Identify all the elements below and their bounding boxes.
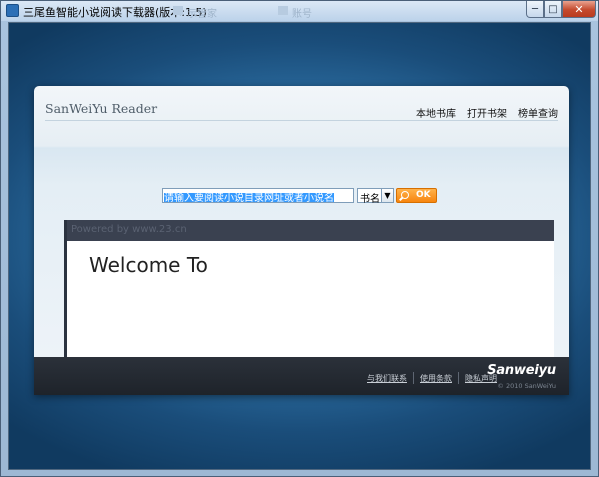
- search-type-select[interactable]: 书名 ▼: [357, 188, 394, 205]
- footer-links: 与我们联系 使用条款 隐私声明: [367, 372, 497, 384]
- maximize-button[interactable]: □: [544, 1, 562, 18]
- nav-ranking-query[interactable]: 榜单查询: [518, 105, 558, 120]
- top-nav: 本地书库 打开书架 榜单查询: [416, 105, 558, 120]
- title-bar[interactable]: 三尾鱼智能小说阅读下载器(版本:1.5) 示管家 账号 ─ □ ✕: [1, 1, 598, 21]
- nav-open-bookshelf[interactable]: 打开书架: [467, 105, 507, 120]
- footer-link-contact[interactable]: 与我们联系: [367, 373, 407, 384]
- background-app-icon: [278, 6, 288, 15]
- close-button[interactable]: ✕: [562, 1, 596, 18]
- background-app-label: 账号: [292, 9, 312, 20]
- search-input[interactable]: 请输入要阅读小说目录网址或者小说名: [162, 188, 354, 203]
- nav-local-library[interactable]: 本地书库: [416, 105, 456, 120]
- page-footer: 与我们联系 使用条款 隐私声明 Sanweiyu © 2010 SanWeiYu: [34, 357, 569, 395]
- maximize-icon: □: [548, 3, 558, 15]
- close-icon: ✕: [574, 2, 584, 16]
- header-divider: [45, 120, 558, 121]
- content-frame: Powered by www.23.cn Welcome To: [64, 220, 554, 357]
- content-frame-header: Powered by www.23.cn: [67, 220, 554, 241]
- footer-copyright: © 2010 SanWeiYu: [497, 382, 556, 390]
- background-app-icon: [173, 6, 183, 15]
- search-ok-button[interactable]: OK: [396, 188, 437, 203]
- ok-label: OK: [416, 190, 431, 200]
- app-window: 三尾鱼智能小说阅读下载器(版本:1.5) 示管家 账号 ─ □ ✕ SanWei…: [0, 0, 599, 477]
- search-type-value: 书名: [360, 194, 380, 205]
- app-icon: [6, 4, 19, 17]
- page-header-area: SanWeiYu Reader 本地书库 打开书架 榜单查询 请输入要阅读小说目…: [34, 86, 569, 357]
- footer-link-terms[interactable]: 使用条款: [420, 373, 452, 384]
- footer-divider: [413, 372, 414, 384]
- chevron-down-icon[interactable]: ▼: [381, 189, 393, 202]
- search-input-value: 请输入要阅读小说目录网址或者小说名: [164, 193, 334, 203]
- brand-title: SanWeiYu Reader: [45, 101, 158, 116]
- search-icon: [401, 191, 409, 199]
- page-panel: SanWeiYu Reader 本地书库 打开书架 榜单查询 请输入要阅读小说目…: [34, 86, 569, 395]
- minimize-button[interactable]: ─: [526, 1, 544, 18]
- footer-divider: [458, 372, 459, 384]
- background-app-label: 示管家: [187, 9, 217, 20]
- welcome-heading: Welcome To: [89, 253, 208, 277]
- footer-logo: Sanweiyu: [487, 363, 556, 378]
- browser-client-area: SanWeiYu Reader 本地书库 打开书架 榜单查询 请输入要阅读小说目…: [8, 22, 591, 470]
- minimize-icon: ─: [531, 3, 539, 15]
- powered-by-text: Powered by www.23.cn: [71, 224, 187, 235]
